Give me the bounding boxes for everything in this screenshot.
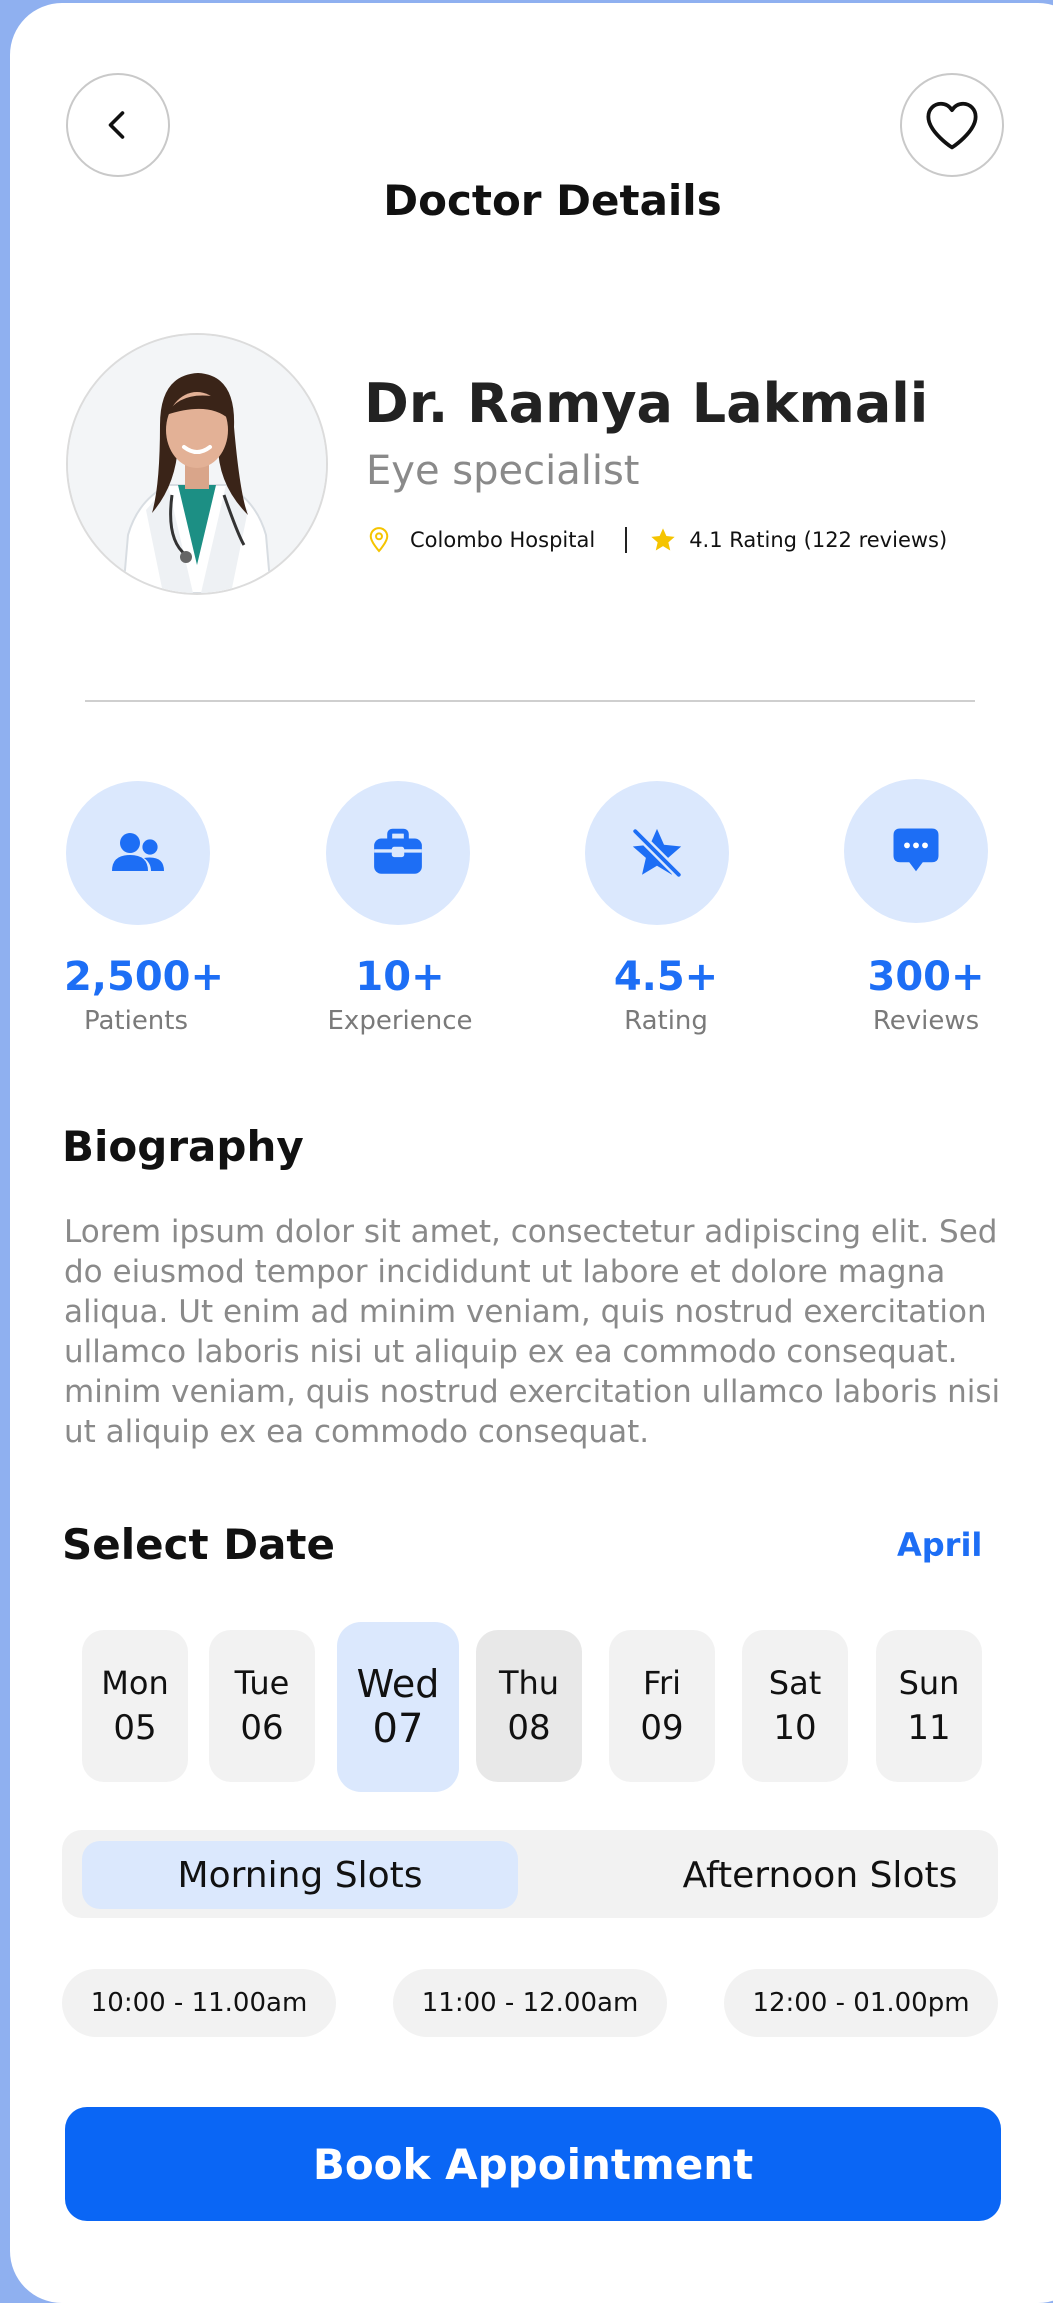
stat-patients-value: 2,500+ [63, 954, 225, 1000]
star-icon [651, 528, 675, 551]
stat-patients [66, 781, 210, 925]
stat-rating [585, 781, 729, 925]
location-pin-icon [369, 527, 389, 553]
time-slot-3[interactable]: 12:00 - 01.00pm [724, 1969, 998, 2037]
stat-rating-value: 4.5+ [613, 954, 719, 1000]
day-number: 07 [372, 1706, 424, 1752]
users-icon [112, 833, 164, 871]
day-number: 09 [640, 1708, 684, 1748]
back-button[interactable] [66, 73, 170, 177]
day-number: 11 [907, 1708, 951, 1748]
stat-reviews-value: 300+ [867, 954, 985, 1000]
day-name: Fri [642, 1664, 682, 1702]
stat-experience [326, 781, 470, 925]
tab-afternoon-slots[interactable]: Afternoon Slots [660, 1841, 980, 1909]
stat-patients-icon-circle [66, 781, 210, 925]
stat-experience-label: Experience [327, 1006, 473, 1036]
day-mon[interactable]: Mon 05 [82, 1630, 188, 1782]
doctor-meta: Colombo Hospital 4.1 Rating (122 reviews… [368, 526, 947, 554]
hospital-name: Colombo Hospital [410, 528, 596, 552]
day-name: Sun [898, 1664, 960, 1702]
day-name: Tue [234, 1664, 290, 1702]
day-name: Mon [101, 1664, 169, 1702]
day-number: 08 [507, 1708, 551, 1748]
meta-separator [625, 527, 628, 553]
stat-patients-label: Patients [83, 1006, 189, 1036]
biography-title: Biography [62, 1122, 304, 1171]
rating-text: 4.1 Rating (122 reviews) [689, 528, 948, 552]
stat-reviews-icon-circle [844, 779, 988, 923]
day-name: Sat [768, 1664, 822, 1702]
stat-rating-label: Rating [624, 1006, 708, 1036]
book-appointment-button[interactable]: Book Appointment [65, 2107, 1001, 2221]
chat-bubble-icon [893, 828, 939, 872]
day-number: 10 [773, 1708, 817, 1748]
day-wed[interactable]: Wed 07 [337, 1622, 459, 1792]
month-selector[interactable]: April [897, 1526, 982, 1564]
day-sat[interactable]: Sat 10 [742, 1630, 848, 1782]
briefcase-icon [374, 828, 422, 874]
day-number: 05 [113, 1708, 157, 1748]
stat-experience-icon-circle [326, 781, 470, 925]
stat-reviews [844, 779, 988, 923]
stat-experience-value: 10+ [355, 954, 445, 1000]
doctor-specialty: Eye specialist [366, 448, 640, 494]
profile-divider [85, 700, 975, 702]
tab-morning-slots[interactable]: Morning Slots [82, 1841, 518, 1909]
doctor-name: Dr. Ramya Lakmali [364, 372, 929, 435]
favorite-button[interactable] [900, 73, 1004, 177]
day-number: 06 [240, 1708, 284, 1748]
day-name: Thu [498, 1664, 560, 1702]
day-sun[interactable]: Sun 11 [876, 1630, 982, 1782]
time-slot-2[interactable]: 11:00 - 12.00am [393, 1969, 667, 2037]
select-date-title: Select Date [62, 1520, 335, 1569]
doctor-avatar [66, 333, 328, 595]
doctor-photo [68, 335, 326, 593]
star-slash-icon [632, 828, 682, 878]
day-thu[interactable]: Thu 08 [476, 1630, 582, 1782]
time-slot-1[interactable]: 10:00 - 11.00am [62, 1969, 336, 2037]
stat-rating-icon-circle [585, 781, 729, 925]
day-tue[interactable]: Tue 06 [209, 1630, 315, 1782]
chevron-left-icon [108, 111, 125, 139]
stat-reviews-label: Reviews [872, 1006, 980, 1036]
biography-text: Lorem ipsum dolor sit amet, consectetur … [64, 1214, 1001, 1450]
heart-outline-icon [926, 101, 978, 150]
page-title: Doctor Details [383, 176, 722, 225]
day-name: Wed [356, 1662, 440, 1706]
day-fri[interactable]: Fri 09 [609, 1630, 715, 1782]
